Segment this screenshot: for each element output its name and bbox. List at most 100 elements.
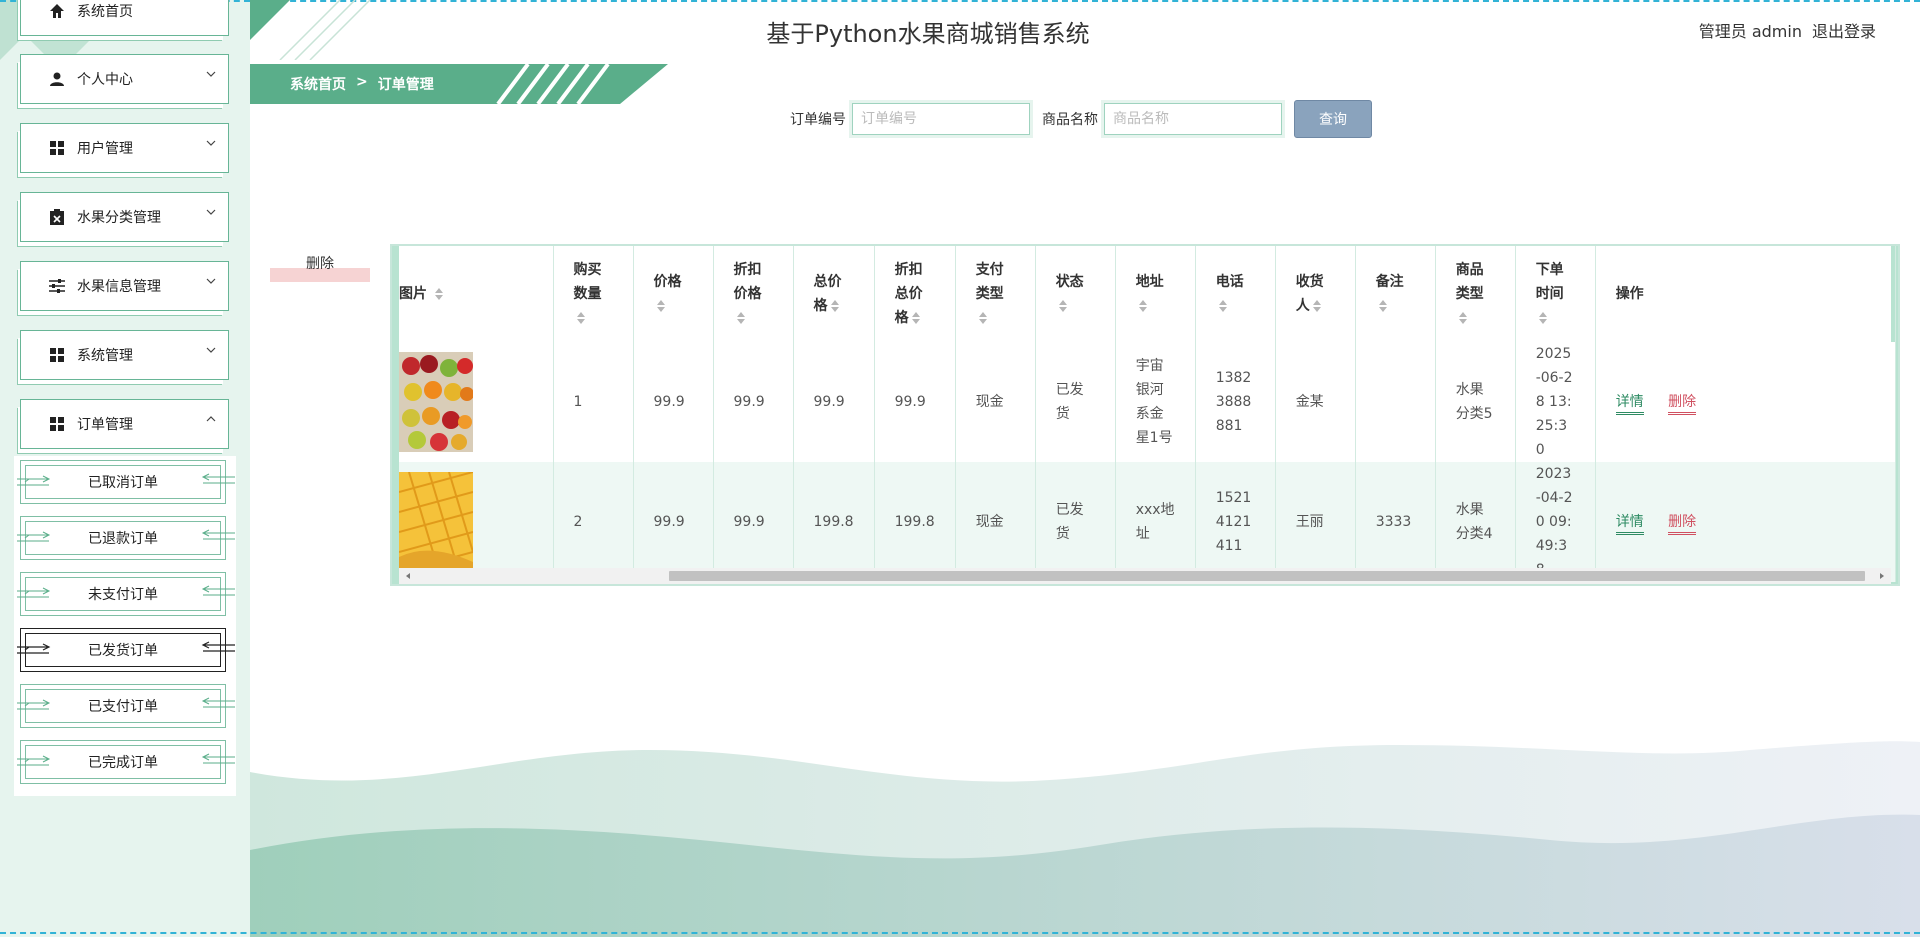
user-area: 管理员 admin 退出登录 <box>1699 18 1876 42</box>
submenu-item-unpaid[interactable]: 未支付订单 <box>17 572 235 616</box>
sort-icon[interactable] <box>1538 311 1548 325</box>
person-icon <box>47 69 67 89</box>
sort-icon[interactable] <box>576 311 586 325</box>
orders-table: 图片 购买数量 价格 折扣价格 总价格 折扣总价格 支付类型 状态 地址 电话 … <box>399 246 1896 582</box>
sort-icon[interactable] <box>1458 311 1468 325</box>
sort-icon[interactable] <box>911 311 921 325</box>
cell-discount-total: 199.8 <box>874 462 956 582</box>
column-header-pay-type[interactable]: 支付类型 <box>955 246 1036 342</box>
sort-icon[interactable] <box>1138 299 1148 313</box>
cell-image <box>399 462 554 582</box>
submenu-item-label: 已取消订单 <box>88 475 158 491</box>
chevron-up-icon <box>206 416 216 422</box>
sidebar-item-system[interactable]: 系统管理 <box>20 330 229 380</box>
table-row: 2 99.9 99.9 199.8 199.8 现金 已发货 xxx地址 152… <box>399 462 1896 582</box>
sidebar-item-label: 水果分类管理 <box>77 210 161 226</box>
column-header-discount-total[interactable]: 折扣总价格 <box>874 246 956 342</box>
search-button[interactable]: 查询 <box>1294 100 1372 138</box>
arrow-right-icon <box>17 643 51 654</box>
submenu-item-refunded[interactable]: 已退款订单 <box>17 516 235 560</box>
clipboard-icon <box>47 207 67 227</box>
grid-icon <box>47 345 67 365</box>
sidebar-item-label: 用户管理 <box>77 141 133 157</box>
submenu-item-cancelled[interactable]: 已取消订单 <box>17 460 235 504</box>
horizontal-scrollbar[interactable] <box>399 568 1891 584</box>
cell-order-time: 2023-04-20 09:49:38 <box>1515 462 1596 582</box>
order-no-input[interactable] <box>849 100 1033 138</box>
header-decoration <box>250 0 370 60</box>
column-header-qty[interactable]: 购买数量 <box>553 246 634 342</box>
scroll-thumb[interactable] <box>669 571 1865 581</box>
sort-icon[interactable] <box>1058 299 1068 313</box>
table-edge <box>392 246 399 584</box>
submenu-item-shipped[interactable]: 已发货订单 <box>17 628 235 672</box>
order-no-label: 订单编号 <box>790 112 846 128</box>
sidebar-item-personal[interactable]: 个人中心 <box>20 54 229 104</box>
sort-icon[interactable] <box>736 311 746 325</box>
scroll-left-icon[interactable] <box>403 571 413 581</box>
sidebar-item-users[interactable]: 用户管理 <box>20 123 229 173</box>
cell-qty: 1 <box>553 342 634 462</box>
column-header-ops: 操作 <box>1595 246 1896 342</box>
column-header-phone[interactable]: 电话 <box>1195 246 1276 342</box>
sort-icon[interactable] <box>434 287 444 301</box>
column-header-label: 购买数量 <box>573 262 602 302</box>
product-name-input[interactable] <box>1101 100 1285 138</box>
detail-link[interactable]: 详情 <box>1615 394 1644 415</box>
sidebar-item-home[interactable]: 系统首页 <box>20 0 229 36</box>
cell-pay-type: 现金 <box>955 462 1036 582</box>
chevron-down-icon <box>206 347 216 353</box>
column-header-label: 电话 <box>1215 274 1244 290</box>
row-delete-link[interactable]: 删除 <box>1668 394 1697 415</box>
home-icon <box>47 1 67 21</box>
scroll-right-icon[interactable] <box>1877 571 1887 581</box>
batch-delete-button[interactable]: 删除 <box>270 254 370 282</box>
breadcrumb-home[interactable]: 系统首页 <box>290 74 346 94</box>
mango-image[interactable] <box>399 472 473 572</box>
sidebar-item-label: 系统管理 <box>77 348 133 364</box>
column-header-order-time[interactable]: 下单时间 <box>1515 246 1596 342</box>
logout-link[interactable]: 退出登录 <box>1812 18 1876 42</box>
background-waves <box>250 741 1920 937</box>
sort-icon[interactable] <box>656 299 666 313</box>
submenu-item-completed[interactable]: 已完成订单 <box>17 740 235 784</box>
column-header-image[interactable]: 图片 <box>399 246 554 342</box>
cell-discount-total: 99.9 <box>874 342 956 462</box>
sort-icon[interactable] <box>1218 299 1228 313</box>
column-header-status[interactable]: 状态 <box>1035 246 1116 342</box>
chevron-down-icon <box>206 278 216 284</box>
assorted-fruits-image[interactable] <box>399 352 473 452</box>
detail-link[interactable]: 详情 <box>1615 514 1644 535</box>
arrow-left-icon <box>201 585 235 596</box>
sort-icon[interactable] <box>1312 299 1322 313</box>
sort-icon[interactable] <box>830 299 840 313</box>
sidebar-item-fruit-info[interactable]: 水果信息管理 <box>20 261 229 311</box>
row-delete-link[interactable]: 删除 <box>1668 514 1697 535</box>
column-header-price[interactable]: 价格 <box>633 246 714 342</box>
sort-icon[interactable] <box>1378 299 1388 313</box>
grid-icon <box>47 414 67 434</box>
column-header-label: 支付类型 <box>975 262 1004 302</box>
orders-submenu: 已取消订单 已退款订单 未支付订单 已发货订单 已支付订单 已完成订单 <box>14 456 236 796</box>
cell-receiver: 金某 <box>1275 342 1356 462</box>
cell-discount-price: 99.9 <box>713 342 794 462</box>
column-header-discount-price[interactable]: 折扣价格 <box>713 246 794 342</box>
arrow-right-icon <box>17 699 51 710</box>
submenu-item-label: 未支付订单 <box>88 587 158 603</box>
submenu-item-paid[interactable]: 已支付订单 <box>17 684 235 728</box>
arrow-right-icon <box>17 755 51 766</box>
sidebar-item-fruit-category[interactable]: 水果分类管理 <box>20 192 229 242</box>
table-header-row: 图片 购买数量 价格 折扣价格 总价格 折扣总价格 支付类型 状态 地址 电话 … <box>399 246 1896 342</box>
chevron-down-icon <box>206 71 216 77</box>
sidebar-item-label: 订单管理 <box>77 417 133 433</box>
column-header-remark[interactable]: 备注 <box>1355 246 1436 342</box>
sidebar-item-orders[interactable]: 订单管理 <box>20 399 229 449</box>
column-header-total[interactable]: 总价格 <box>793 246 875 342</box>
column-header-receiver[interactable]: 收货人 <box>1275 246 1356 342</box>
column-header-category[interactable]: 商品类型 <box>1435 246 1516 342</box>
column-header-address[interactable]: 地址 <box>1115 246 1196 342</box>
cell-category: 水果分类4 <box>1435 462 1516 582</box>
cell-address: 宇宙银河系金星1号 <box>1115 342 1196 462</box>
sort-icon[interactable] <box>978 311 988 325</box>
cell-price: 99.9 <box>633 462 714 582</box>
